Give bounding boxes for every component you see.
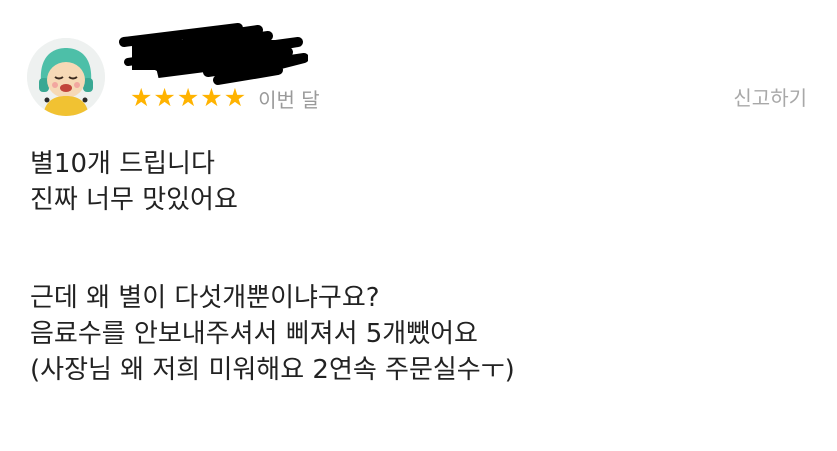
star-rating: ★ ★ ★ ★ ★ <box>130 84 246 112</box>
review-line: 별10개 드립니다 <box>30 149 215 179</box>
star-icon: ★ <box>223 83 247 112</box>
review-date: 이번 달 <box>258 87 320 112</box>
review-line: (사장님 왜 저희 미워해요 2연속 주문실수ㅜ) <box>30 355 515 385</box>
star-icon: ★ <box>153 83 176 112</box>
redacted-username <box>118 22 309 88</box>
review-line: 진짜 너무 맛있어요 <box>30 185 238 215</box>
review-card: ★ ★ ★ ★ ★ 이번 달 신고하기 별10개 드립니다 진짜 너무 맛있어요… <box>0 0 837 451</box>
review-line: 음료수를 안보내주셔서 삐져서 5개뺐어요 <box>30 319 478 349</box>
avatar[interactable] <box>27 38 105 116</box>
review-line: 근데 왜 별이 다섯개뿐이냐구요? <box>30 283 380 313</box>
scribble-redaction-icon <box>119 23 309 85</box>
report-button[interactable]: 신고하기 <box>733 84 807 112</box>
review-body: 별10개 드립니다 진짜 너무 맛있어요 근데 왜 별이 다섯개뿐이냐구요? 음… <box>30 146 810 388</box>
rating-row: ★ ★ ★ ★ ★ 이번 달 <box>130 84 320 112</box>
star-icon: ★ <box>200 83 223 112</box>
star-icon: ★ <box>176 83 200 112</box>
star-icon: ★ <box>130 83 153 112</box>
avatar-face-icon <box>27 38 105 116</box>
